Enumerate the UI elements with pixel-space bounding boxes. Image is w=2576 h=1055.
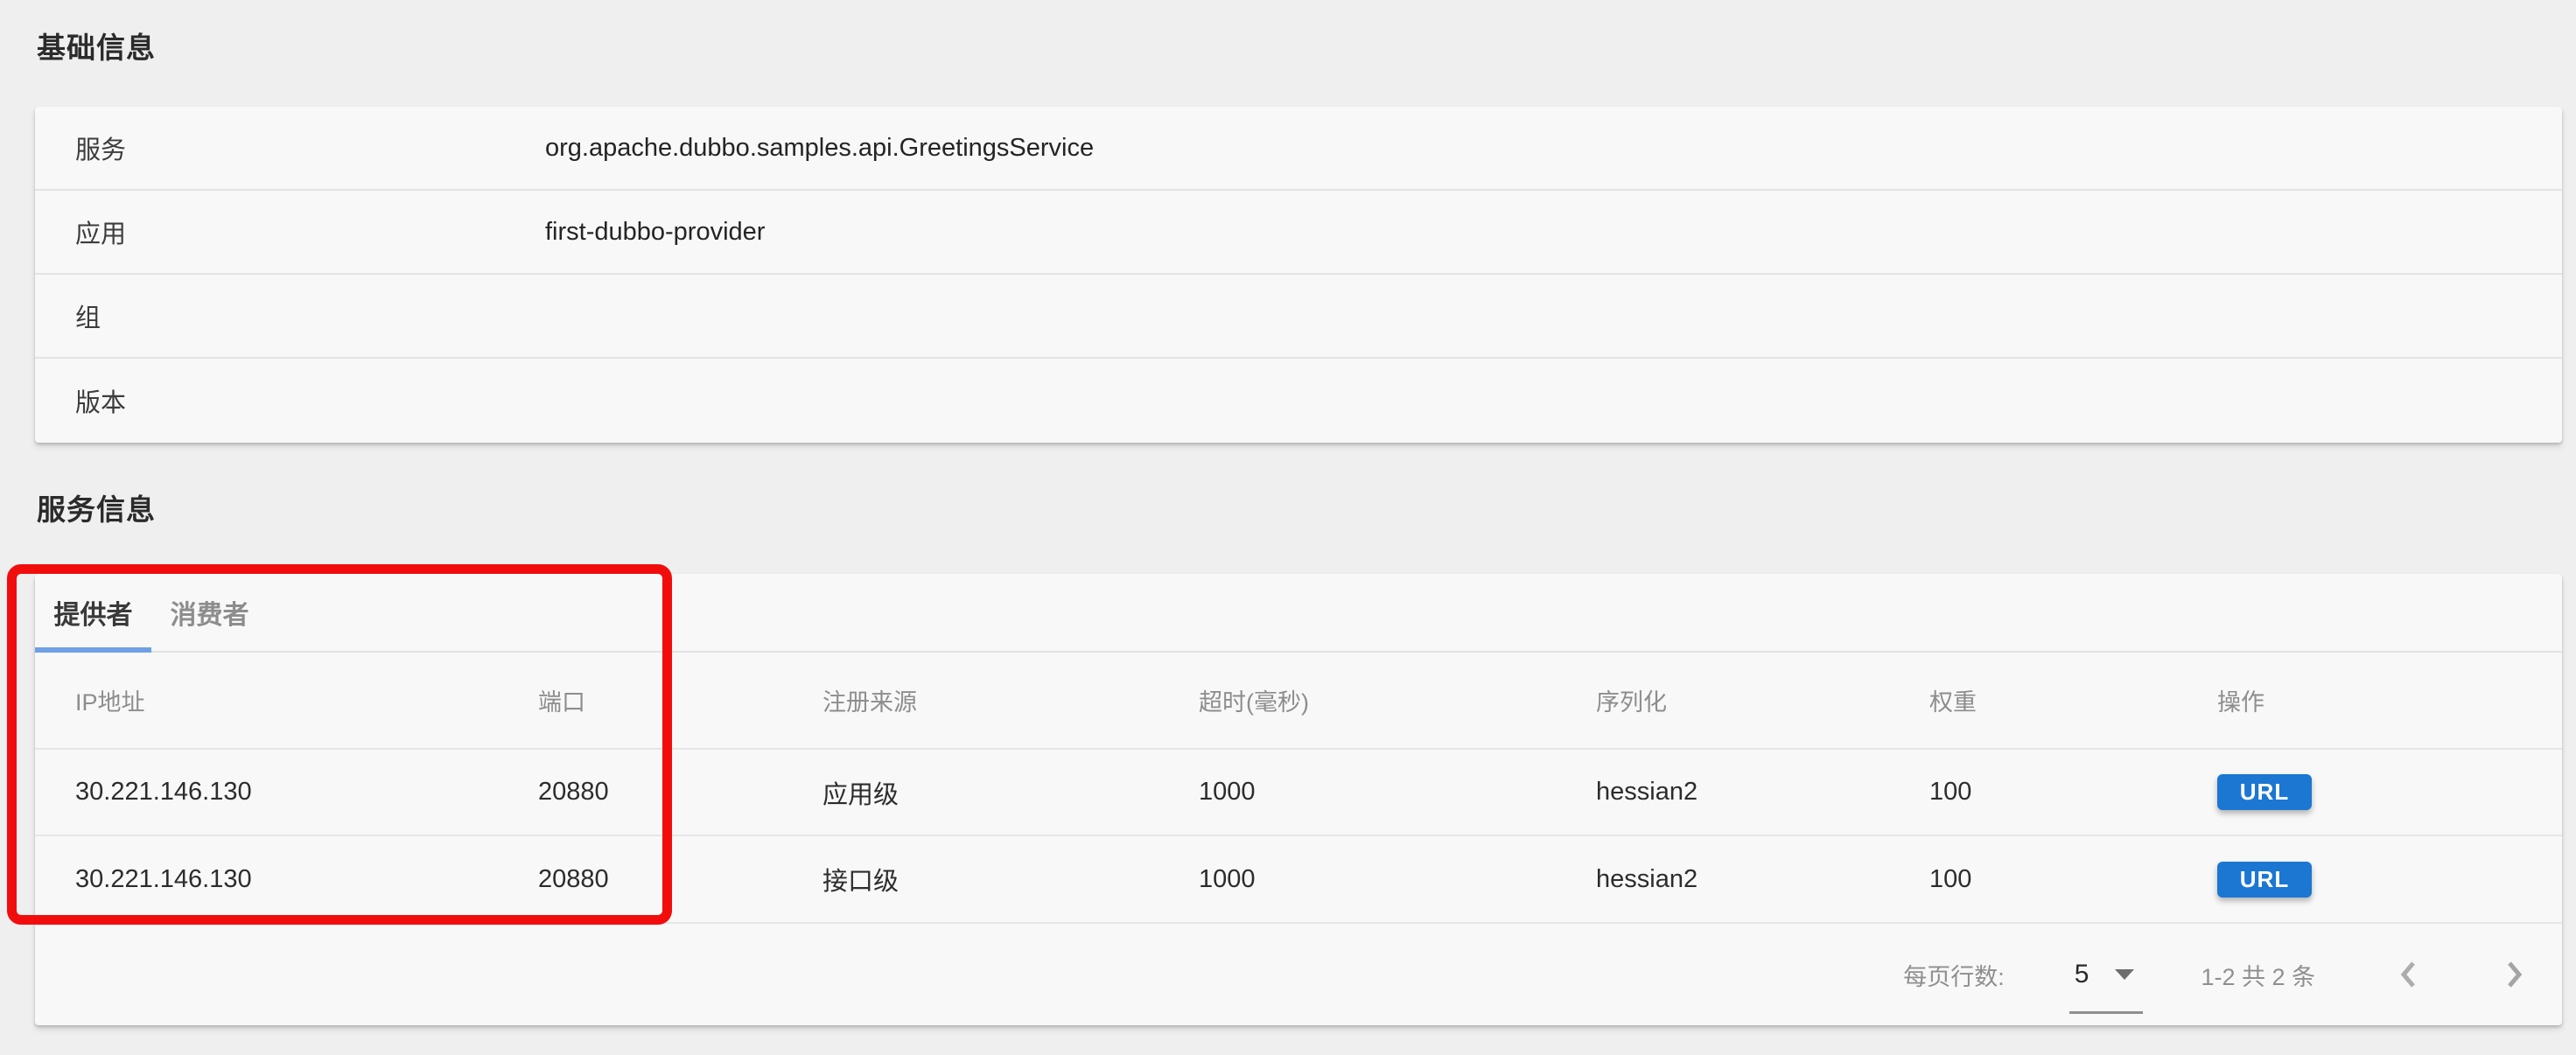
- column-header-ip: IP地址: [35, 653, 538, 749]
- column-header-register-source: 注册来源: [822, 653, 1199, 749]
- service-info-card: 提供者 消费者 IP地址 端口 注册来源 超时(毫秒) 序列化 权重 操作 30…: [35, 574, 2562, 1025]
- provider-table-header-row: IP地址 端口 注册来源 超时(毫秒) 序列化 权重 操作: [35, 653, 2562, 749]
- info-value-service: org.apache.dubbo.samples.api.GreetingsSe…: [545, 134, 1094, 163]
- tab-provider[interactable]: 提供者: [35, 593, 151, 632]
- cell-weight: 100: [1929, 749, 2217, 835]
- info-label-application: 应用: [75, 213, 545, 250]
- next-page-button[interactable]: [2496, 957, 2530, 992]
- info-value-application: first-dubbo-provider: [545, 218, 765, 247]
- cell-ip: 30.221.146.130: [35, 749, 538, 835]
- cell-timeout: 1000: [1199, 749, 1596, 835]
- cell-register-source: 应用级: [822, 749, 1199, 835]
- rows-per-page-value: 5: [2075, 960, 2090, 989]
- info-row-application: 应用 first-dubbo-provider: [35, 191, 2562, 275]
- service-info-title: 服务信息: [37, 486, 156, 528]
- active-tab-underline: [35, 647, 151, 653]
- cell-register-source: 接口级: [822, 835, 1199, 922]
- info-label-version: 版本: [75, 382, 545, 419]
- dropdown-arrow-icon: [2115, 969, 2134, 980]
- column-header-operation: 操作: [2217, 653, 2562, 749]
- cell-operation: URL: [2217, 749, 2562, 835]
- cell-operation: URL: [2217, 835, 2562, 922]
- column-header-timeout: 超时(毫秒): [1199, 653, 1596, 749]
- table-row: 30.221.146.130 20880 接口级 1000 hessian2 1…: [35, 835, 2562, 922]
- cell-timeout: 1000: [1199, 835, 1596, 922]
- cell-serialization: hessian2: [1596, 835, 1929, 922]
- pagination-range-label: 1-2 共 2 条: [2201, 958, 2315, 992]
- provider-consumer-tabbar: 提供者 消费者: [35, 574, 2562, 653]
- info-row-service: 服务 org.apache.dubbo.samples.api.Greeting…: [35, 107, 2562, 191]
- rows-per-page-select[interactable]: 5: [2075, 960, 2135, 989]
- provider-table: IP地址 端口 注册来源 超时(毫秒) 序列化 权重 操作 30.221.146…: [35, 653, 2562, 922]
- basic-info-card: 服务 org.apache.dubbo.samples.api.Greeting…: [35, 107, 2562, 443]
- table-row: 30.221.146.130 20880 应用级 1000 hessian2 1…: [35, 749, 2562, 835]
- rows-per-page-label: 每页行数:: [1903, 958, 2005, 992]
- previous-page-button[interactable]: [2392, 957, 2427, 992]
- tab-consumer[interactable]: 消费者: [151, 593, 268, 632]
- chevron-left-icon: [2392, 957, 2427, 992]
- column-header-port: 端口: [538, 653, 822, 749]
- cell-port: 20880: [538, 835, 822, 922]
- cell-port: 20880: [538, 749, 822, 835]
- info-row-group: 组: [35, 275, 2562, 359]
- cell-weight: 100: [1929, 835, 2217, 922]
- info-label-group: 组: [75, 297, 545, 334]
- url-button[interactable]: URL: [2217, 774, 2312, 810]
- url-button[interactable]: URL: [2217, 862, 2312, 898]
- column-header-weight: 权重: [1929, 653, 2217, 749]
- cell-ip: 30.221.146.130: [35, 835, 538, 922]
- column-header-serialization: 序列化: [1596, 653, 1929, 749]
- cell-serialization: hessian2: [1596, 749, 1929, 835]
- info-row-version: 版本: [35, 359, 2562, 443]
- info-label-service: 服务: [75, 129, 545, 166]
- chevron-right-icon: [2496, 957, 2530, 992]
- basic-info-title: 基础信息: [37, 24, 156, 66]
- table-pagination-bar: 每页行数: 5 1-2 共 2 条: [35, 922, 2562, 1025]
